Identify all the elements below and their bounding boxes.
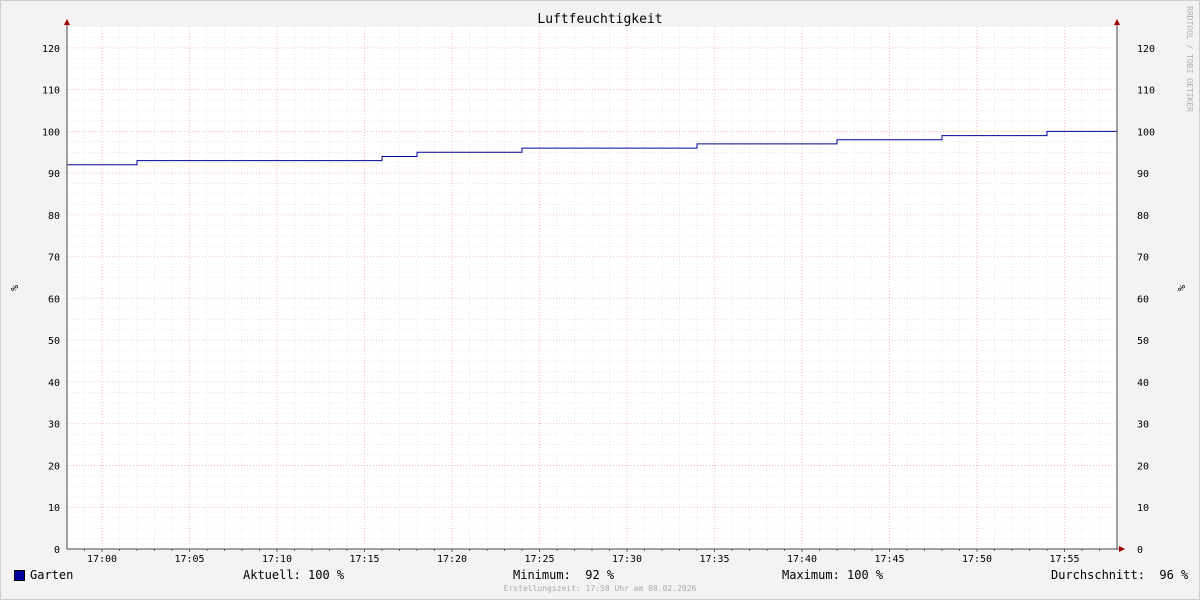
x-tick-labels: 17:00 17:05 17:10 17:15 17:20 17:25 17:30 17:35… <box>87 554 1080 565</box>
legend-maximum: Maximum: 100 % <box>782 568 884 582</box>
y-tick-label-left: 100 <box>42 127 60 138</box>
y-tick-label-left: 110 <box>42 86 60 97</box>
y-tick-label-right: 0 <box>1137 545 1143 556</box>
y-axis-label-right: % <box>1175 285 1186 291</box>
y-tick-labels-left: 0 10 20 30 40 50 60 70 80 90 100 110 120 <box>42 44 60 556</box>
x-tick-label: 17:55 <box>1049 554 1079 565</box>
x-tick-label: 17:20 <box>437 554 467 565</box>
creation-time-footer: Erstellungszeit: 17:58 Uhr am 08.02.2026 <box>503 584 697 593</box>
legend-minimum: Minimum: 92 % <box>513 568 615 582</box>
y-tick-label-right: 20 <box>1137 461 1149 472</box>
x-tick-label: 17:25 <box>524 554 554 565</box>
y-tick-label-left: 80 <box>48 211 60 222</box>
y-tick-label-left: 40 <box>48 378 60 389</box>
rrdtool-watermark: RRDTOOL / TOBI OETIKER <box>1185 6 1194 112</box>
legend-average: Durchschnitt: 96 % <box>1051 568 1189 582</box>
x-axis-arrow <box>1119 546 1125 552</box>
y-tick-label-right: 40 <box>1137 378 1149 389</box>
x-tick-label: 17:15 <box>349 554 379 565</box>
y-tick-label-right: 80 <box>1137 211 1149 222</box>
y-tick-label-left: 20 <box>48 461 60 472</box>
y-tick-labels-right: 0 10 20 30 40 50 60 70 80 90 100 110 120 <box>1137 44 1155 556</box>
y-tick-label-left: 30 <box>48 420 60 431</box>
y-tick-label-right: 10 <box>1137 503 1149 514</box>
y-tick-label-right: 50 <box>1137 336 1149 347</box>
legend-swatch-garten <box>14 570 25 581</box>
x-tick-label: 17:45 <box>874 554 904 565</box>
y-tick-label-left: 70 <box>48 253 60 264</box>
y-tick-label-right: 60 <box>1137 294 1149 305</box>
x-tick-label: 17:30 <box>612 554 642 565</box>
y-tick-label-right: 100 <box>1137 127 1155 138</box>
x-tick-label: 17:35 <box>699 554 729 565</box>
chart-title: Luftfeuchtigkeit <box>537 12 662 27</box>
x-tick-label: 17:50 <box>962 554 992 565</box>
y-tick-label-left: 60 <box>48 294 60 305</box>
y-tick-label-left: 120 <box>42 44 60 55</box>
x-tick-label: 17:10 <box>262 554 292 565</box>
y-tick-label-left: 90 <box>48 169 60 180</box>
x-tick-label: 17:05 <box>174 554 204 565</box>
legend-series-name: Garten <box>30 568 74 582</box>
y-tick-label-right: 90 <box>1137 169 1149 180</box>
x-tick-label: 17:00 <box>87 554 117 565</box>
humidity-chart: 0 10 20 30 40 50 60 70 80 90 100 110 120 0 10 20 30 40 50… <box>8 6 1194 565</box>
y-tick-label-right: 70 <box>1137 253 1149 264</box>
y-tick-label-left: 50 <box>48 336 60 347</box>
y-tick-label-left: 10 <box>48 503 60 514</box>
y-tick-label-right: 110 <box>1137 86 1155 97</box>
y-axis-arrow-left <box>64 19 70 25</box>
legend-current: Aktuell: 100 % <box>243 568 345 582</box>
y-tick-label-left: 0 <box>54 545 60 556</box>
y-tick-label-right: 30 <box>1137 420 1149 431</box>
y-tick-label-right: 120 <box>1137 44 1155 55</box>
y-axis-arrow-right <box>1114 19 1120 25</box>
x-tick-label: 17:40 <box>787 554 817 565</box>
y-axis-label-left: % <box>8 285 19 291</box>
